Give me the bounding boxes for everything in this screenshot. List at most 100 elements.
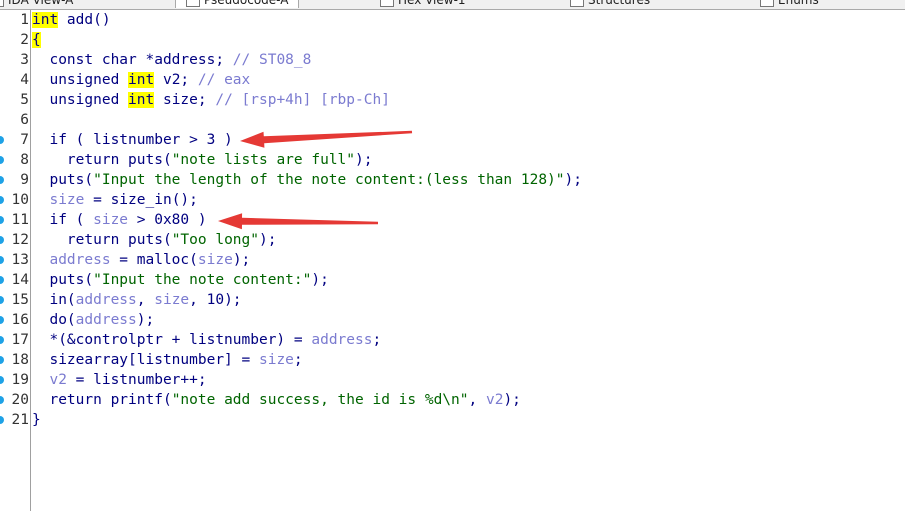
- code-token: "Too long": [171, 232, 259, 248]
- code-token: v2: [485, 392, 504, 408]
- code-line[interactable]: 7 if ( listnumber > 3 ): [0, 130, 905, 150]
- code-text: return puts("note lists are full");: [32, 150, 373, 170]
- code-line[interactable]: 19 v2 = listnumber++;: [0, 370, 905, 390]
- code-line[interactable]: 14 puts("Input the note content:");: [0, 270, 905, 290]
- code-line[interactable]: 8 return puts("note lists are full");: [0, 150, 905, 170]
- line-number: 3: [20, 52, 29, 68]
- tab-label: Pseudocode-A: [204, 0, 289, 7]
- highlighted-token: {: [32, 32, 41, 48]
- tab-pseudocode-a[interactable]: Pseudocode-A: [175, 0, 300, 8]
- tab-label: Structures: [588, 0, 651, 7]
- code-text: *(&controlptr + listnumber) = address;: [32, 330, 381, 350]
- code-text: return puts("Too long");: [32, 230, 277, 250]
- line-number: 20: [11, 392, 29, 408]
- code-line[interactable]: 3 const char *address; // ST08_8: [0, 50, 905, 70]
- code-token: = size_in();: [84, 192, 198, 208]
- code-token: if (: [32, 212, 94, 228]
- tab-label: Hex View-1: [398, 0, 466, 7]
- code-token: );: [503, 392, 521, 408]
- tab-hex-view-1[interactable]: Hex View-1: [380, 0, 466, 8]
- line-number: 4: [20, 72, 29, 88]
- tab-label: Enums: [778, 0, 819, 7]
- code-text: puts("Input the length of the note conte…: [32, 170, 582, 190]
- code-token: address: [32, 252, 111, 268]
- code-line[interactable]: 21}: [0, 410, 905, 430]
- code-token: "note lists are full": [171, 152, 356, 168]
- code-token: size: [258, 352, 294, 368]
- line-number: 21: [11, 412, 29, 428]
- code-token: ;: [372, 332, 382, 348]
- code-token: );: [136, 312, 155, 328]
- code-text: int add(): [32, 10, 111, 30]
- code-token: );: [232, 252, 251, 268]
- line-number: 14: [11, 272, 29, 288]
- line-number: 18: [11, 352, 29, 368]
- code-token: size: [154, 292, 190, 308]
- code-line[interactable]: 18 sizearray[listnumber] = size;: [0, 350, 905, 370]
- line-number: 9: [20, 172, 29, 188]
- code-token: // ST08_8: [232, 52, 312, 68]
- code-token: puts(: [32, 272, 94, 288]
- code-text: if ( size > 0x80 ): [32, 210, 206, 230]
- tab-structures[interactable]: Structures: [570, 0, 650, 8]
- highlighted-token: int: [32, 12, 59, 28]
- code-token: return puts(: [32, 232, 172, 248]
- code-line[interactable]: 16 do(address);: [0, 310, 905, 330]
- line-number: 19: [11, 372, 29, 388]
- code-token: );: [564, 172, 582, 188]
- tab-enums[interactable]: Enums: [760, 0, 819, 8]
- line-number: 13: [11, 252, 29, 268]
- code-token: }: [32, 412, 41, 428]
- code-line[interactable]: 12 return puts("Too long");: [0, 230, 905, 250]
- line-number: 16: [11, 312, 29, 328]
- code-text: sizearray[listnumber] = size;: [32, 350, 302, 370]
- code-token: unsigned: [32, 92, 129, 108]
- line-number: 17: [11, 332, 29, 348]
- code-text: v2 = listnumber++;: [32, 370, 206, 390]
- line-number: 15: [11, 292, 29, 308]
- code-token: size: [93, 212, 129, 228]
- code-text: do(address);: [32, 310, 154, 330]
- structures-icon: [570, 0, 584, 7]
- code-token: *(&controlptr + listnumber) =: [32, 332, 312, 348]
- code-text: puts("Input the note content:");: [32, 270, 328, 290]
- code-token: "Input the note content:": [93, 272, 312, 288]
- code-token: "note add success, the id is %d\n": [171, 392, 469, 408]
- code-token: if ( listnumber > 3 ): [32, 132, 233, 148]
- code-line[interactable]: 2{: [0, 30, 905, 50]
- code-token: , 10);: [189, 292, 242, 308]
- code-line[interactable]: 10 size = size_in();: [0, 190, 905, 210]
- highlighted-token: int: [128, 72, 155, 88]
- code-token: in(: [32, 292, 76, 308]
- code-line[interactable]: 9 puts("Input the length of the note con…: [0, 170, 905, 190]
- code-text: in(address, size, 10);: [32, 290, 242, 310]
- code-token: // eax: [197, 72, 251, 88]
- code-token: sizearray[listnumber] =: [32, 352, 259, 368]
- code-line[interactable]: 17 *(&controlptr + listnumber) = address…: [0, 330, 905, 350]
- code-line[interactable]: 6: [0, 110, 905, 130]
- code-text: unsigned int v2; // eax: [32, 70, 250, 90]
- code-token: ,: [468, 392, 486, 408]
- code-line[interactable]: 5 unsigned int size; // [rsp+4h] [rbp-Ch…: [0, 90, 905, 110]
- code-token: return puts(: [32, 152, 172, 168]
- code-line[interactable]: 1 int add(): [0, 10, 905, 30]
- tab-ida-view-a[interactable]: IDA View-A: [0, 0, 73, 8]
- line-number: 11: [11, 212, 29, 228]
- code-text: size = size_in();: [32, 190, 198, 210]
- code-line[interactable]: 11 if ( size > 0x80 ): [0, 210, 905, 230]
- code-token: address: [311, 332, 373, 348]
- code-line[interactable]: 15 in(address, size, 10);: [0, 290, 905, 310]
- code-token: v2;: [154, 72, 198, 88]
- pseudocode-editor[interactable]: 1 int add() 2{3 const char *address; // ST…: [0, 10, 905, 430]
- tab-bar: IDA View-A Pseudocode-A Hex View-1 Structur…: [0, 0, 905, 10]
- line-number: 2: [20, 32, 29, 48]
- code-token: );: [355, 152, 373, 168]
- code-token: unsigned: [32, 72, 129, 88]
- pseudocode-icon: [186, 0, 200, 7]
- line-number: 8: [20, 152, 29, 168]
- code-line[interactable]: 4 unsigned int v2; // eax: [0, 70, 905, 90]
- code-text: unsigned int size; // [rsp+4h] [rbp-Ch]: [32, 90, 390, 110]
- code-line[interactable]: 20 return printf("note add success, the …: [0, 390, 905, 410]
- code-line[interactable]: 13 address = malloc(size);: [0, 250, 905, 270]
- code-text: address = malloc(size);: [32, 250, 250, 270]
